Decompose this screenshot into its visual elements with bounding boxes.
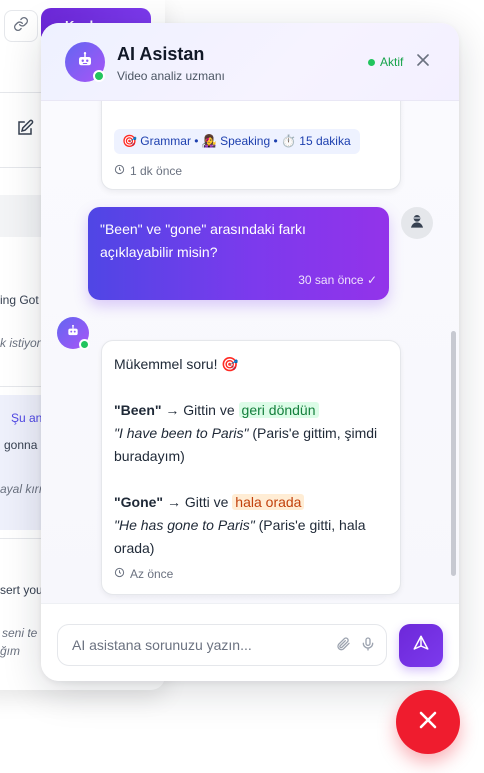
been-highlight: geri döndün: [238, 402, 319, 418]
status-label: Aktif: [380, 55, 404, 69]
gone-highlight: hala orada: [232, 494, 305, 510]
message-time: Az önce: [114, 567, 173, 581]
edit-icon: [16, 119, 34, 142]
clock-icon: [114, 567, 125, 581]
message-composer: [41, 603, 459, 681]
been-arrow: → Gittin ve: [161, 402, 239, 418]
gone-line: "Gone" → Gitti ve hala orada: [114, 491, 389, 514]
gone-arrow: → Gitti ve: [163, 494, 233, 510]
close-icon: [418, 710, 438, 735]
gone-example-line: "He has gone to Paris" (Paris'e gitti, h…: [114, 514, 389, 560]
robot-icon: [76, 51, 94, 74]
user-message: "Been" ve "gone" arasındaki farkı açıkla…: [88, 207, 389, 300]
assistant-avatar: [65, 42, 105, 82]
user-message-text: "Been" ve "gone" arasındaki farkı açıkla…: [100, 221, 306, 260]
edit-button[interactable]: [14, 119, 36, 141]
assistant-name: AI Asistan: [117, 44, 205, 64]
online-indicator: [79, 339, 90, 350]
chat-header: AI Asistan Video analiz uzmanı Aktif: [41, 23, 459, 101]
user-avatar: [401, 207, 433, 239]
assistant-role: Video analiz uzmanı: [117, 69, 225, 83]
background-text: ayal kırı: [0, 482, 43, 496]
send-icon: [412, 634, 430, 657]
scrollbar-thumb[interactable]: [451, 331, 456, 576]
message-input[interactable]: [72, 625, 322, 665]
status-dot: [368, 58, 375, 66]
send-button[interactable]: [399, 624, 443, 667]
message-time-text: 1 dk önce: [130, 164, 183, 178]
assistant-message: 🎯 Grammar • 👩‍🎤 Speaking • ⏱️ 15 dakika …: [101, 101, 401, 190]
been-example-line: "I have been to Paris" (Paris'e gittim, …: [114, 422, 389, 468]
app-screen: K...d... ing Got k istiyoru Şu an gonna …: [0, 0, 484, 773]
link-button[interactable]: [4, 10, 38, 42]
gone-example: "He has gone to Paris": [114, 517, 255, 533]
clock-icon: [114, 164, 125, 178]
user-message-time: 30 san önce ✓: [298, 273, 377, 287]
background-text: gonna: [4, 438, 38, 452]
close-icon: [417, 53, 429, 71]
intro-line: Mükemmel soru! 🎯: [114, 356, 239, 372]
message-list[interactable]: 🎯 Grammar • 👩‍🎤 Speaking • ⏱️ 15 dakika …: [41, 101, 459, 603]
link-icon: [13, 16, 29, 37]
background-text: ing Got: [0, 293, 39, 307]
been-example: "I have been to Paris": [114, 425, 249, 441]
lesson-tags: 🎯 Grammar • 👩‍🎤 Speaking • ⏱️ 15 dakika: [114, 129, 360, 154]
close-chat-fab[interactable]: [396, 690, 460, 754]
robot-icon: [66, 324, 80, 343]
close-chat-button[interactable]: [414, 53, 432, 71]
assistant-avatar: [57, 317, 90, 350]
background-text: seni te: [2, 626, 38, 640]
message-input-box: [57, 624, 387, 666]
background-text: sert you: [0, 583, 43, 597]
message-time: 1 dk önce: [114, 164, 182, 178]
ai-chat-panel: AI Asistan Video analiz uzmanı Aktif 🎯 G…: [41, 23, 459, 681]
user-icon: [409, 213, 425, 234]
gone-term: "Gone": [114, 494, 164, 510]
status-badge: Aktif: [368, 55, 403, 69]
message-time-text: Az önce: [130, 567, 174, 581]
paperclip-icon[interactable]: [335, 636, 353, 654]
been-term: "Been": [114, 402, 162, 418]
assistant-message: Mükemmel soru! 🎯 "Been" → Gittin ve geri…: [101, 340, 401, 595]
been-line: "Been" → Gittin ve geri döndün: [114, 399, 389, 422]
assistant-message-text: Mükemmel soru! 🎯 "Been" → Gittin ve geri…: [114, 353, 389, 560]
microphone-icon[interactable]: [360, 636, 378, 654]
background-text: ğım: [0, 644, 21, 658]
online-indicator: [93, 70, 105, 82]
background-text: Şu an: [11, 411, 43, 425]
